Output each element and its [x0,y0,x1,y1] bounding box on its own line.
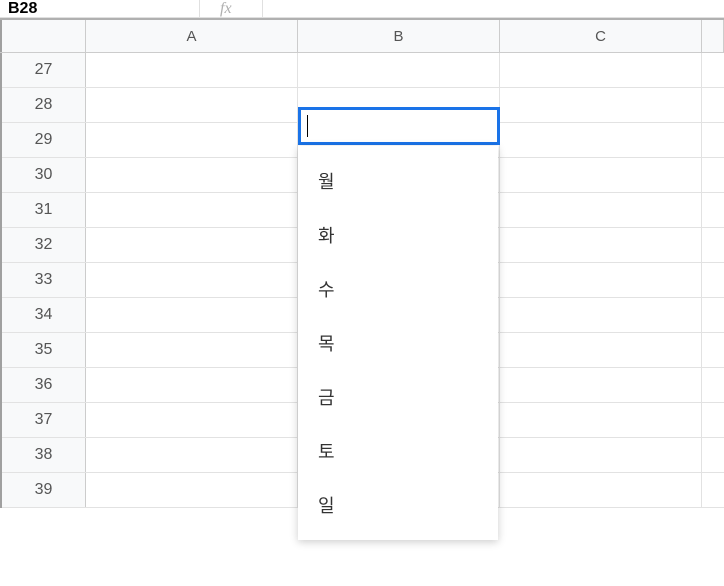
fx-container: fx [200,0,232,17]
table-row: 27 [2,53,724,88]
data-validation-dropdown: 월 화 수 목 금 토 일 [298,146,498,540]
grid-cell[interactable] [86,333,298,367]
grid-cell[interactable] [86,368,298,402]
grid-cell[interactable] [500,298,702,332]
grid-cell[interactable] [500,263,702,297]
row-header[interactable]: 27 [2,53,86,87]
grid-cell[interactable] [86,193,298,227]
grid-cell[interactable] [702,123,724,157]
dropdown-option[interactable]: 수 [298,262,498,316]
text-cursor [307,115,308,137]
dropdown-option[interactable]: 월 [298,154,498,208]
grid-cell[interactable] [702,53,724,87]
row-header[interactable]: 35 [2,333,86,367]
column-header-c[interactable]: C [500,20,702,52]
grid-cell[interactable] [702,473,724,507]
grid-cell[interactable] [500,53,702,87]
grid-cell[interactable] [702,88,724,122]
row-header[interactable]: 36 [2,368,86,402]
grid-cell[interactable] [500,438,702,472]
active-cell-editor[interactable] [298,107,500,145]
select-all-corner[interactable] [0,20,86,52]
row-header[interactable]: 38 [2,438,86,472]
grid-cell[interactable] [500,158,702,192]
fx-divider [262,0,263,17]
row-header[interactable]: 39 [2,473,86,507]
grid-cell[interactable] [702,193,724,227]
grid-cell[interactable] [500,123,702,157]
grid-cell[interactable] [86,403,298,437]
grid-cell[interactable] [702,158,724,192]
spreadsheet-grid: A B C 27 28 29 30 [0,18,724,508]
name-box[interactable]: B28 [0,0,200,17]
grid-cell[interactable] [500,88,702,122]
column-header-b[interactable]: B [298,20,500,52]
column-header-a[interactable]: A [86,20,298,52]
grid-cell[interactable] [500,403,702,437]
column-header-partial[interactable] [702,20,724,52]
dropdown-option[interactable]: 화 [298,208,498,262]
grid-cell[interactable] [86,473,298,507]
grid-cell[interactable] [86,158,298,192]
grid-cell[interactable] [86,53,298,87]
grid-cell[interactable] [702,228,724,262]
cell-reference: B28 [8,0,37,17]
grid-cell[interactable] [86,298,298,332]
row-header[interactable]: 29 [2,123,86,157]
grid-cell[interactable] [500,228,702,262]
row-header[interactable]: 32 [2,228,86,262]
grid-cell[interactable] [86,88,298,122]
dropdown-option[interactable]: 토 [298,424,498,478]
column-headers: A B C [0,18,724,53]
grid-cell[interactable] [500,368,702,402]
grid-cell[interactable] [86,438,298,472]
row-header[interactable]: 37 [2,403,86,437]
grid-cell[interactable] [500,193,702,227]
grid-cell[interactable] [298,53,500,87]
grid-cell[interactable] [86,263,298,297]
dropdown-option[interactable]: 일 [298,478,498,532]
grid-cell[interactable] [500,473,702,507]
grid-cell[interactable] [702,333,724,367]
row-header[interactable]: 31 [2,193,86,227]
grid-cell[interactable] [702,263,724,297]
grid-cell[interactable] [702,368,724,402]
dropdown-option[interactable]: 금 [298,370,498,424]
dropdown-option[interactable]: 목 [298,316,498,370]
grid-cell[interactable] [702,403,724,437]
grid-cell[interactable] [86,228,298,262]
grid-cell[interactable] [500,333,702,367]
row-header[interactable]: 34 [2,298,86,332]
row-header[interactable]: 33 [2,263,86,297]
grid-cell[interactable] [702,438,724,472]
grid-cell[interactable] [702,298,724,332]
formula-bar: B28 fx [0,0,724,18]
grid-cell[interactable] [86,123,298,157]
row-header[interactable]: 28 [2,88,86,122]
row-header[interactable]: 30 [2,158,86,192]
fx-label: fx [220,0,232,17]
